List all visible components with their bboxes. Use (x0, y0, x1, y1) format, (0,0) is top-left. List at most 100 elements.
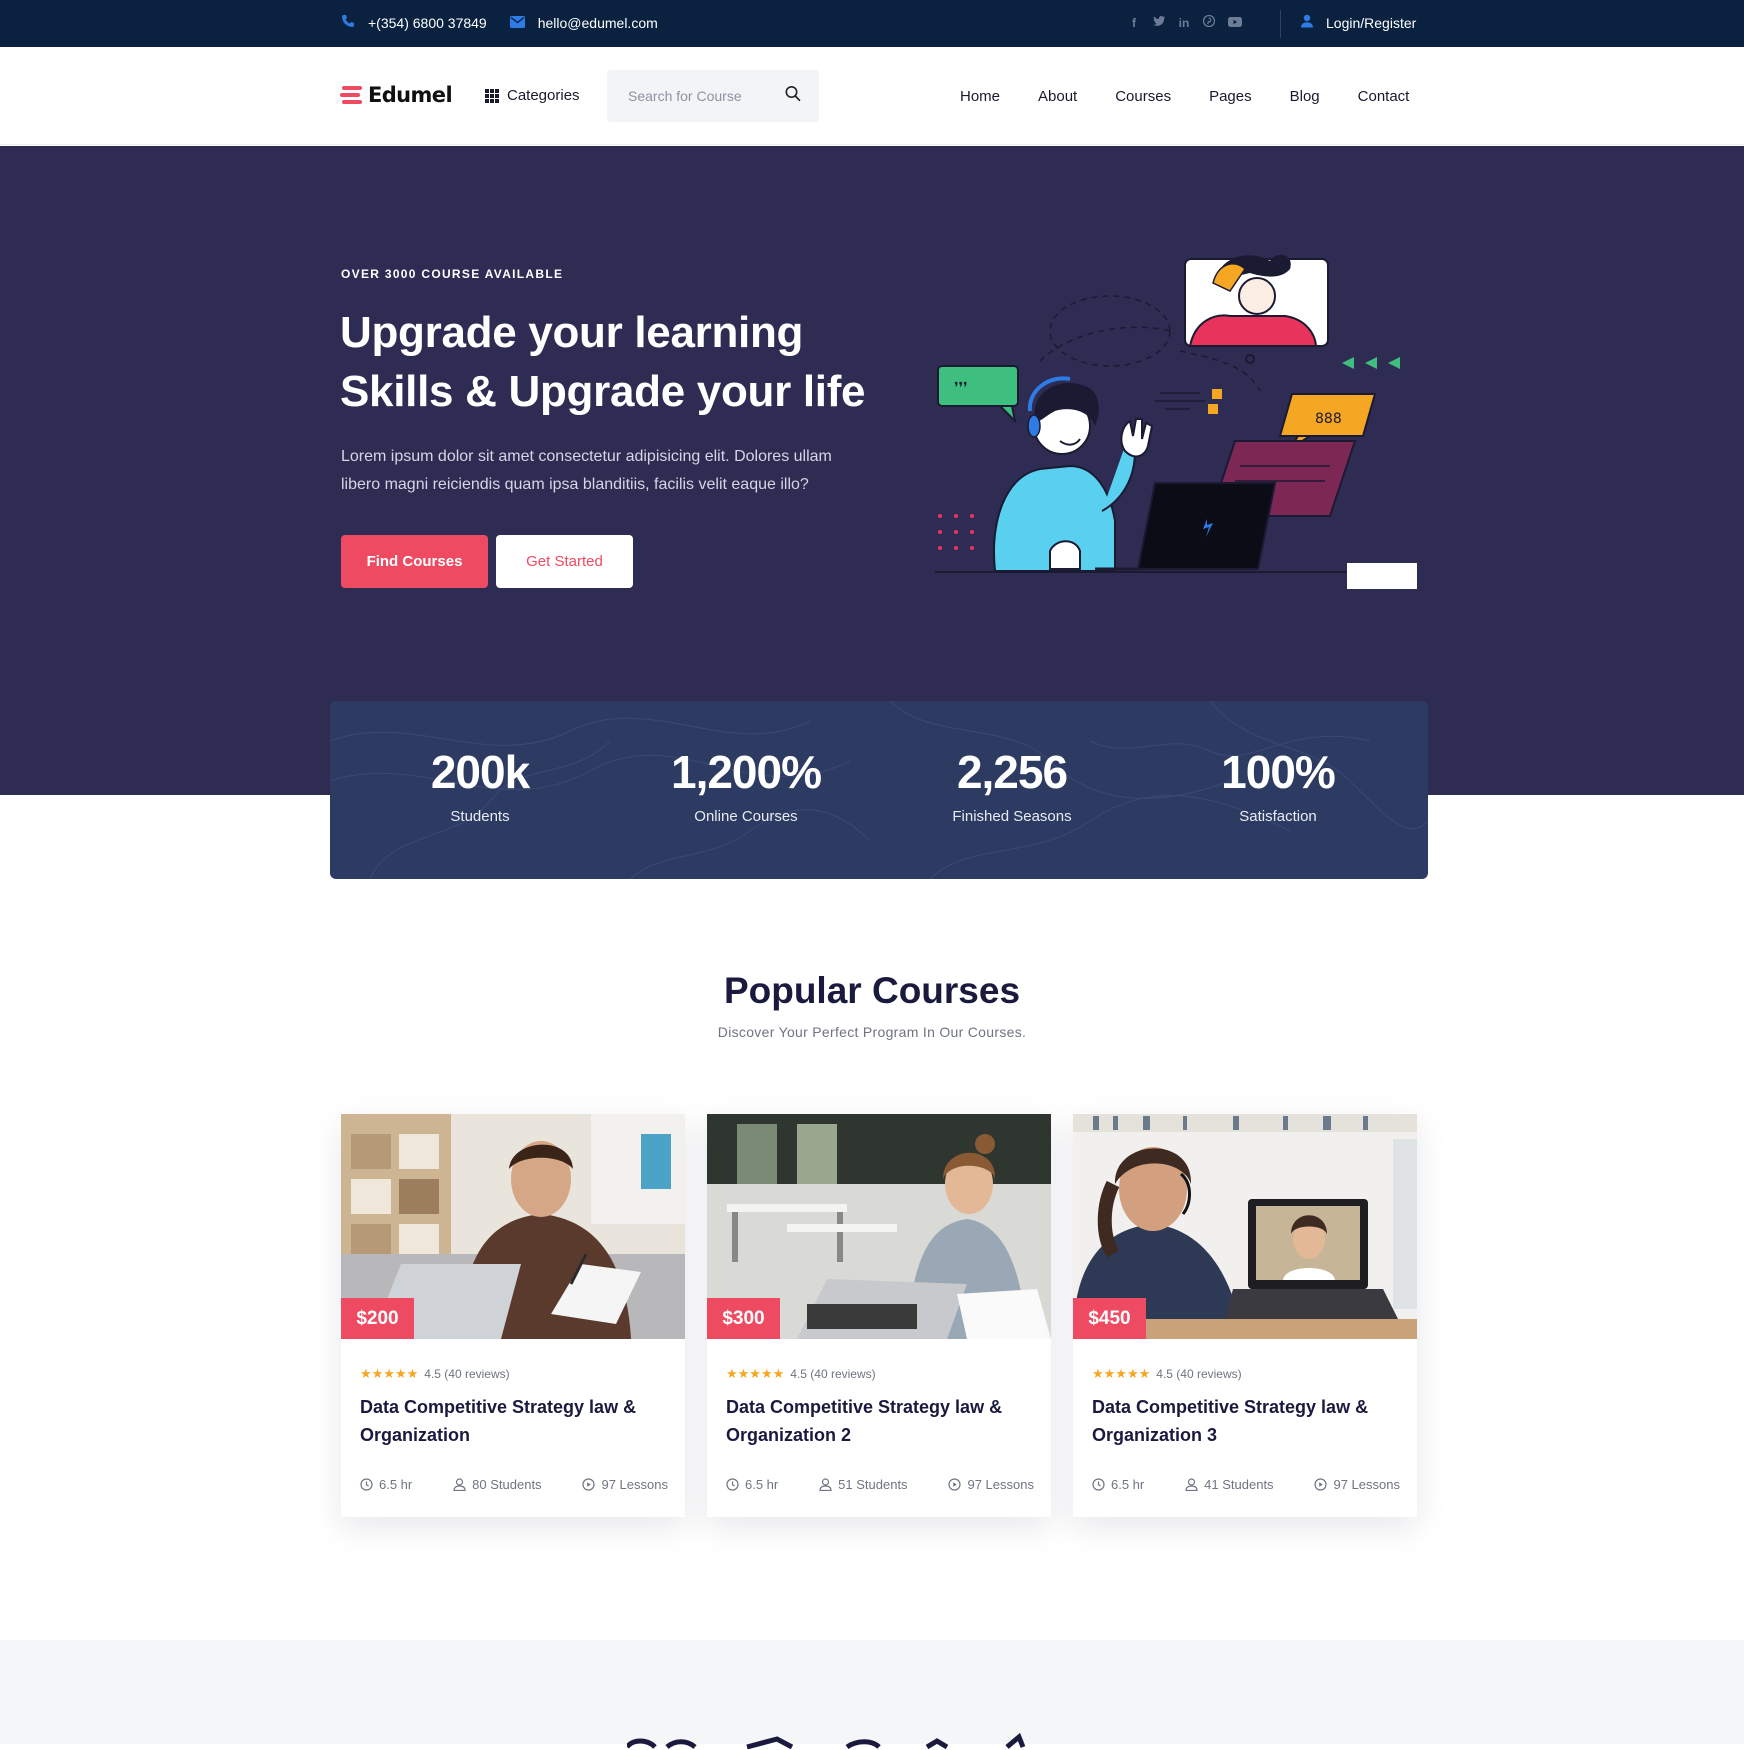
find-courses-button[interactable]: Find Courses (341, 535, 488, 588)
user-icon (1185, 1478, 1198, 1491)
user-icon (453, 1478, 466, 1491)
rating-text: 4.5 (40 reviews) (424, 1367, 510, 1381)
stat-label: Finished Seasons (952, 808, 1072, 825)
course-rating: ★★★★★ 4.5 (40 reviews) (726, 1366, 876, 1382)
stat-value: 100% (1221, 746, 1336, 798)
grid-icon (485, 88, 499, 103)
social-links: f in (1128, 14, 1253, 30)
hero-section: OVER 3000 COURSE AVAILABLE Upgrade your … (0, 146, 1744, 795)
rating-text: 4.5 (40 reviews) (1156, 1367, 1242, 1381)
course-meta: 6.5 hr 41 Students 97 Lessons (1092, 1477, 1400, 1492)
hero-description: Lorem ipsum dolor sit amet consectetur a… (341, 448, 832, 493)
get-started-button[interactable]: Get Started (496, 535, 633, 588)
stat-label: Online Courses (694, 808, 798, 825)
rating-text: 4.5 (40 reviews) (790, 1367, 876, 1381)
clock-icon (360, 1478, 373, 1491)
phone-link[interactable]: +(354) 6800 37849 (340, 14, 487, 31)
user-icon (1300, 14, 1314, 31)
course-rating: ★★★★★ 4.5 (40 reviews) (1092, 1366, 1242, 1382)
course-lessons: 97 Lessons (582, 1477, 668, 1492)
course-title[interactable]: Data Competitive Strategy law & Organiza… (1092, 1393, 1402, 1449)
login-label: Login/Register (1326, 14, 1417, 31)
search-input[interactable] (628, 85, 778, 107)
login-register-link[interactable]: Login/Register (1300, 14, 1416, 31)
search-box (607, 70, 819, 122)
cut-off-heading (627, 1732, 1026, 1750)
course-lessons: 97 Lessons (1314, 1477, 1400, 1492)
clock-icon (1092, 1478, 1105, 1491)
svg-text:888: 888 (1315, 411, 1342, 427)
course-rating: ★★★★★ 4.5 (40 reviews) (360, 1366, 510, 1382)
popular-courses-title: Popular Courses (723, 970, 1021, 1011)
course-meta: 6.5 hr 51 Students 97 Lessons (726, 1477, 1034, 1492)
course-lessons: 97 Lessons (948, 1477, 1034, 1492)
course-title[interactable]: Data Competitive Strategy law & Organiza… (360, 1393, 670, 1449)
course-students: 80 Students (453, 1477, 542, 1492)
course-students: 41 Students (1185, 1477, 1274, 1492)
stats-bar: 200k Students 1,200% Online Courses 2,25… (330, 701, 1428, 879)
play-circle-icon (582, 1478, 596, 1491)
envelope-icon (510, 15, 526, 31)
course-meta: 6.5 hr 80 Students 97 Lessons (360, 1477, 668, 1492)
course-card[interactable]: $450 ★★★★★ 4.5 (40 reviews) Data Competi… (1073, 1114, 1417, 1517)
logo-text: Edumel (368, 83, 453, 107)
clock-icon (726, 1478, 739, 1491)
nav-blog[interactable]: Blog (1290, 88, 1320, 105)
stat-finished-seasons: 2,256 Finished Seasons (902, 746, 1122, 825)
price-badge: $200 (341, 1298, 414, 1339)
categories-label: Categories (507, 87, 580, 104)
star-rating-icon: ★★★★★ (1092, 1366, 1151, 1381)
course-duration: 6.5 hr (726, 1477, 778, 1492)
nav-pages[interactable]: Pages (1209, 88, 1252, 105)
main-menu: Home About Courses Pages Blog Contact (960, 88, 1409, 105)
categories-button[interactable]: Categories (485, 87, 580, 104)
twitter-icon[interactable] (1153, 15, 1166, 30)
course-duration: 6.5 hr (360, 1477, 412, 1492)
site-logo[interactable]: Edumel (340, 83, 453, 107)
user-icon (819, 1478, 832, 1491)
price-badge: $300 (707, 1298, 780, 1339)
stat-satisfaction: 100% Satisfaction (1168, 746, 1388, 825)
email-link[interactable]: hello@edumel.com (510, 15, 658, 31)
youtube-icon[interactable] (1228, 16, 1242, 30)
course-card[interactable]: $200 ★★★★★ 4.5 (40 reviews) Data Competi… (341, 1114, 685, 1517)
course-duration: 6.5 hr (1092, 1477, 1144, 1492)
stat-students: 200k Students (370, 746, 590, 825)
facebook-icon[interactable]: f (1128, 16, 1140, 30)
topbar-divider (1280, 10, 1281, 38)
nav-contact[interactable]: Contact (1358, 88, 1410, 105)
price-badge: $450 (1073, 1298, 1146, 1339)
nav-about[interactable]: About (1038, 88, 1077, 105)
books-logo-icon (340, 84, 364, 106)
search-icon[interactable] (785, 85, 801, 103)
hero-eyebrow: OVER 3000 COURSE AVAILABLE (341, 267, 564, 281)
hero-title: Upgrade your learning Skills & Upgrade y… (340, 308, 866, 416)
stat-value: 2,256 (956, 746, 1068, 798)
next-section (0, 1640, 1744, 1750)
hero-illustration: ❜❜❜ 888 (935, 254, 1417, 589)
nav-courses[interactable]: Courses (1115, 88, 1171, 105)
pinterest-icon[interactable] (1202, 14, 1216, 30)
play-circle-icon (1314, 1478, 1328, 1491)
main-navbar: Edumel Categories Home About Courses Pag… (0, 47, 1744, 145)
stat-label: Satisfaction (1239, 808, 1317, 825)
linkedin-icon[interactable]: in (1178, 16, 1190, 30)
stat-online-courses: 1,200% Online Courses (636, 746, 856, 825)
stat-label: Students (450, 808, 510, 825)
course-students: 51 Students (819, 1477, 908, 1492)
stat-value: 200k (430, 746, 530, 798)
phone-number: +(354) 6800 37849 (368, 14, 487, 31)
contact-info: +(354) 6800 37849 hello@edumel.com (340, 14, 681, 31)
top-bar: +(354) 6800 37849 hello@edumel.com f in … (0, 0, 1744, 47)
course-card[interactable]: $300 ★★★★★ 4.5 (40 reviews) Data Competi… (707, 1114, 1051, 1517)
phone-icon (340, 14, 356, 31)
course-title[interactable]: Data Competitive Strategy law & Organiza… (726, 1393, 1036, 1449)
email-address: hello@edumel.com (537, 14, 658, 31)
nav-home[interactable]: Home (960, 88, 1000, 105)
popular-courses-subtitle: Discover Your Perfect Program In Our Cou… (717, 1024, 1027, 1040)
stat-value: 1,200% (670, 746, 822, 798)
svg-text:❜❜❜: ❜❜❜ (954, 380, 968, 396)
star-rating-icon: ★★★★★ (726, 1366, 785, 1381)
star-rating-icon: ★★★★★ (360, 1366, 419, 1381)
play-circle-icon (948, 1478, 962, 1491)
